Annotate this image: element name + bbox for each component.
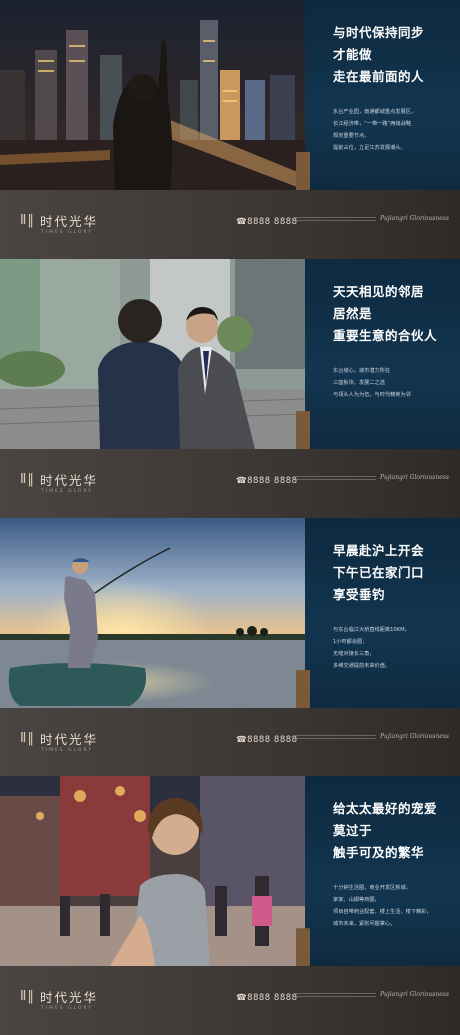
headline-line: 早晨赴沪上开会 bbox=[333, 542, 425, 558]
headline-line: 走在最前面的人 bbox=[333, 69, 425, 84]
headline-line: 触手可及的繁华 bbox=[333, 845, 425, 861]
signature: Pujiangri Gloriousness bbox=[380, 473, 449, 481]
body-text: 东台产业园，南通都城重点发展区， 长江经济带，“一带一路”两级战略 规划重要节点… bbox=[333, 106, 455, 154]
footer-bar: Ⅱ‖ 时代光华 TIMES GLORY ☎8888 8888 Pujiangri… bbox=[0, 707, 460, 777]
headline-line: 天天相见的邻居 bbox=[333, 283, 425, 299]
poster-panel-1: 与时代保持同步 才能做 走在最前面的人 东台产业园，南通都城重点发展区， 长江经… bbox=[0, 0, 460, 259]
body-text: 东台城心，城市潜力所在 三座板块，发展二之选 与领头人为为伍，与时代精英为邻 bbox=[333, 365, 455, 401]
brand-name: 时代光华 bbox=[40, 472, 99, 488]
body-text: 十分钟生活圈，商业开发区新城， 家家、山姆等商圈， 项目自带商业配套，楼上生活，… bbox=[333, 882, 455, 930]
brand-name-en: TIMES GLORY bbox=[41, 230, 94, 235]
text-column: 给太太最好的宠爱 莫过于 触手可及的繁华 十分钟生活圈，商业开发区新城， 家家、… bbox=[305, 776, 460, 967]
body-line: 与领头人为为伍，与时代精英为邻 bbox=[333, 391, 411, 398]
brand-name-en: TIMES GLORY bbox=[41, 747, 94, 753]
phone-number: ☎8888 8888 bbox=[236, 475, 298, 486]
body-line: 十分钟生活圈，商业开发区新城， bbox=[333, 885, 411, 892]
signature: Pujiangri Gloriousness bbox=[380, 991, 449, 999]
poster-panel-3: 早晨赴沪上开会 下午已在家门口 享受垂钓 与东台临江大桥直线距离10KM， 1小… bbox=[0, 517, 460, 777]
headline-line: 享受垂钓 bbox=[333, 586, 386, 602]
headline-line: 给太太最好的宠爱 bbox=[333, 801, 438, 817]
fine-print bbox=[296, 734, 376, 741]
headline-line: 才能做 bbox=[333, 47, 373, 62]
body-line: 多维交通提前未来价值。 bbox=[333, 662, 391, 669]
signature: Pujiangri Gloriousness bbox=[380, 215, 449, 222]
footer-bar: Ⅱ‖ 时代光华 TIMES GLORY ☎8888 8888 Pujiangri… bbox=[0, 448, 460, 518]
body-line: 无缝对接长三角， bbox=[333, 650, 375, 657]
body-line: 与东台临江大桥直线距离10KM， bbox=[333, 626, 410, 633]
body-text: 与东台临江大桥直线距离10KM， 1小时都会圈， 无缝对接长三角， 多维交通提前… bbox=[333, 624, 455, 672]
body-line: 长江经济带，“一带一路”两级战略 bbox=[333, 121, 412, 127]
poster-panel-2: 天天相见的邻居 居然是 重要生意的合伙人 东台城心，城市潜力所在 三座板块，发展… bbox=[0, 258, 460, 518]
signature: Pujiangri Gloriousness bbox=[380, 732, 449, 740]
body-line: 提前占位，立足江苏发展潮头。 bbox=[333, 145, 406, 151]
business-photo bbox=[0, 258, 305, 449]
headline: 与时代保持同步 才能做 走在最前面的人 bbox=[333, 22, 455, 88]
fishing-photo bbox=[0, 517, 305, 708]
brand-name: 时代光华 bbox=[40, 214, 99, 229]
poster-panel-4: 给太太最好的宠爱 莫过于 触手可及的繁华 十分钟生活圈，商业开发区新城， 家家、… bbox=[0, 776, 460, 1035]
phone-number: ☎8888 8888 bbox=[236, 734, 298, 745]
logo-icon: Ⅱ‖ bbox=[20, 730, 35, 746]
headline: 给太太最好的宠爱 莫过于 触手可及的繁华 bbox=[333, 798, 455, 864]
logo-icon: Ⅱ‖ bbox=[20, 213, 35, 228]
footer-bar: Ⅱ‖ 时代光华 TIMES GLORY ☎8888 8888 Pujiangri… bbox=[0, 190, 460, 259]
headline-line: 莫过于 bbox=[333, 823, 373, 839]
text-column: 与时代保持同步 才能做 走在最前面的人 东台产业园，南通都城重点发展区， 长江经… bbox=[305, 0, 460, 190]
body-line: 东台产业园，南通都城重点发展区， bbox=[333, 109, 417, 115]
headline: 天天相见的邻居 居然是 重要生意的合伙人 bbox=[333, 281, 455, 347]
headline-line: 重要生意的合伙人 bbox=[333, 327, 438, 343]
headline-line: 居然是 bbox=[333, 305, 373, 321]
headline-line: 与时代保持同步 bbox=[333, 25, 425, 40]
brand-name: 时代光华 bbox=[40, 731, 99, 747]
poster-stack: 与时代保持同步 才能做 走在最前面的人 东台产业园，南通都城重点发展区， 长江经… bbox=[0, 0, 460, 1035]
footer-bar: Ⅱ‖ 时代光华 TIMES GLORY ☎8888 8888 Pujiangri… bbox=[0, 966, 460, 1035]
headline: 早晨赴沪上开会 下午已在家门口 享受垂钓 bbox=[333, 540, 455, 606]
body-line: 三座板块，发展二之选 bbox=[333, 379, 385, 386]
city-night-photo bbox=[0, 0, 305, 190]
fine-print bbox=[296, 475, 376, 482]
brand-name-en: TIMES GLORY bbox=[41, 488, 94, 494]
logo-icon: Ⅱ‖ bbox=[20, 989, 35, 1005]
phone-number: ☎8888 8888 bbox=[236, 993, 298, 1004]
body-line: 项目自带商业配套，楼上生活，楼下精彩， bbox=[333, 909, 432, 916]
phone-number: ☎8888 8888 bbox=[236, 217, 298, 227]
body-line: 规划重要节点， bbox=[333, 133, 370, 139]
brand-name-en: TIMES GLORY bbox=[41, 1006, 94, 1012]
body-line: 1小时都会圈， bbox=[333, 638, 368, 645]
body-line: 家家、山姆等商圈， bbox=[333, 897, 380, 904]
text-column: 早晨赴沪上开会 下午已在家门口 享受垂钓 与东台临江大桥直线距离10KM， 1小… bbox=[305, 517, 460, 708]
body-line: 东台城心，城市潜力所在 bbox=[333, 367, 391, 374]
body-line: 城市未来，紧张尽握掌心。 bbox=[333, 921, 396, 928]
fine-print bbox=[296, 993, 376, 999]
logo-icon: Ⅱ‖ bbox=[20, 471, 35, 487]
shopping-street-photo bbox=[0, 776, 305, 967]
brand-name: 时代光华 bbox=[40, 990, 99, 1006]
headline-line: 下午已在家门口 bbox=[333, 564, 425, 580]
text-column: 天天相见的邻居 居然是 重要生意的合伙人 东台城心，城市潜力所在 三座板块，发展… bbox=[305, 258, 460, 449]
fine-print bbox=[296, 217, 376, 223]
